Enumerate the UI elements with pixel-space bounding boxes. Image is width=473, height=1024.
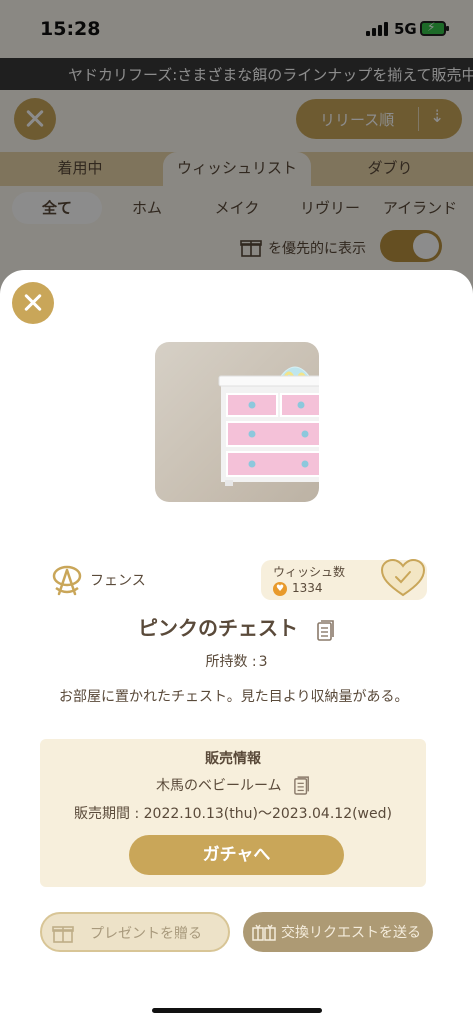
gacha-name: 木馬のベビールーム: [155, 778, 282, 794]
present-label: プレゼントを贈る: [90, 926, 202, 942]
document-icon[interactable]: [317, 619, 335, 642]
heart-icon: ♥: [273, 582, 287, 596]
trade-label: 交換リクエストを送る: [281, 925, 421, 941]
close-icon[interactable]: [12, 282, 54, 324]
item-image: [155, 342, 319, 502]
period-label: 販売期間 :: [74, 806, 140, 822]
go-to-gacha-button[interactable]: ガチャへ: [129, 835, 344, 875]
fence-icon: [52, 565, 82, 596]
sale-period-row: 販売期間 : 2022.10.13(thu)〜2023.04.12(wed): [40, 803, 426, 823]
sale-period: 2022.10.13(thu)〜2023.04.12(wed): [143, 806, 392, 822]
owned-count-row: 所持数 :3: [0, 651, 473, 671]
home-indicator: [152, 1008, 322, 1013]
gift-icon: [52, 926, 74, 943]
sale-info-title: 販売情報: [205, 751, 261, 767]
wishlist-heart-icon[interactable]: [380, 558, 426, 598]
item-category: フェンス: [50, 564, 146, 596]
item-name-row: ピンクのチェスト: [0, 612, 473, 642]
item-description: お部屋に置かれたチェスト。見た目より収納量がある。: [59, 689, 409, 705]
category-label: フェンス: [90, 573, 146, 589]
gacha-name-row: 木馬のベビールーム: [40, 775, 426, 796]
owned-count: 3: [258, 654, 268, 670]
send-present-button[interactable]: プレゼントを贈る: [40, 912, 230, 952]
owned-label: 所持数 :: [205, 654, 257, 670]
wish-count: 1334: [292, 581, 323, 595]
wish-label: ウィッシュ数: [273, 565, 346, 579]
send-trade-request-button[interactable]: 交換リクエストを送る: [243, 912, 433, 952]
sale-info-panel: 販売情報 木馬のベビールーム 販売期間 : 2022.10.13(thu)〜20…: [40, 739, 426, 887]
document-icon[interactable]: [294, 776, 310, 796]
trade-gift-icon: [252, 924, 276, 941]
item-name: ピンクのチェスト: [137, 616, 298, 640]
item-detail-sheet: フェンス ウィッシュ数 ♥ 1334 ピンクのチェスト 所持数 :3 お部屋に置…: [0, 270, 473, 1024]
